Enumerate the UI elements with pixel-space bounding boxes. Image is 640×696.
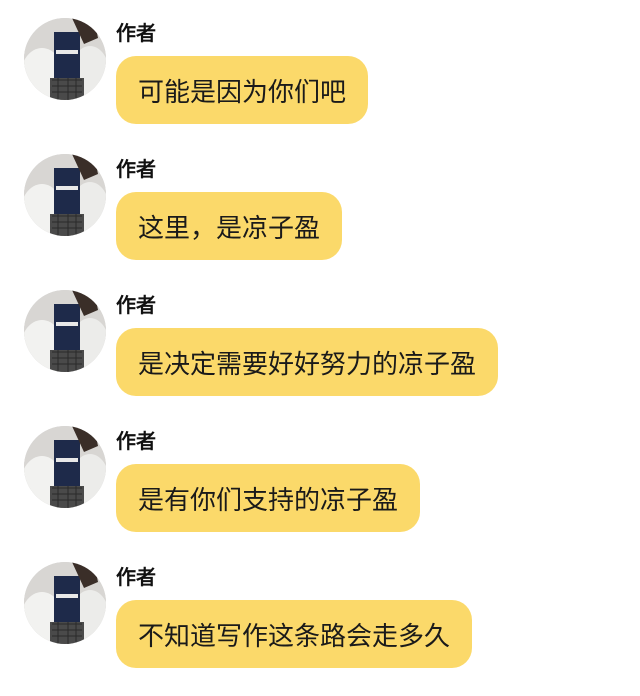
message-bubble[interactable]: 这里，是凉子盈 [116,192,343,260]
user-avatar-icon[interactable] [24,562,106,644]
sender-name: 作者 [116,157,156,181]
message-bubble[interactable]: 是决定需要好好努力的凉子盈 [116,328,499,396]
chat-message: 作者 不知道写作这条路会走多久 [0,544,640,668]
sender-name: 作者 [116,429,156,453]
message-bubble[interactable]: 不知道写作这条路会走多久 [116,600,473,668]
sender-name: 作者 [116,565,156,589]
sender-name: 作者 [116,293,156,317]
chat-message: 作者 可能是因为你们吧 [0,0,640,124]
user-avatar-icon[interactable] [24,290,106,372]
message-bubble[interactable]: 是有你们支持的凉子盈 [116,464,421,532]
chat-message: 作者 这里，是凉子盈 [0,136,640,260]
user-avatar-icon[interactable] [24,18,106,100]
chat-thread: 作者 可能是因为你们吧 作者 这里，是凉子盈 作者 是决定需要好好努力的凉子盈 … [0,0,640,696]
user-avatar-icon[interactable] [24,154,106,236]
chat-message: 作者 是有你们支持的凉子盈 [0,408,640,532]
sender-name: 作者 [116,21,156,45]
chat-message: 作者 是决定需要好好努力的凉子盈 [0,272,640,396]
message-bubble[interactable]: 可能是因为你们吧 [116,56,369,124]
user-avatar-icon[interactable] [24,426,106,508]
